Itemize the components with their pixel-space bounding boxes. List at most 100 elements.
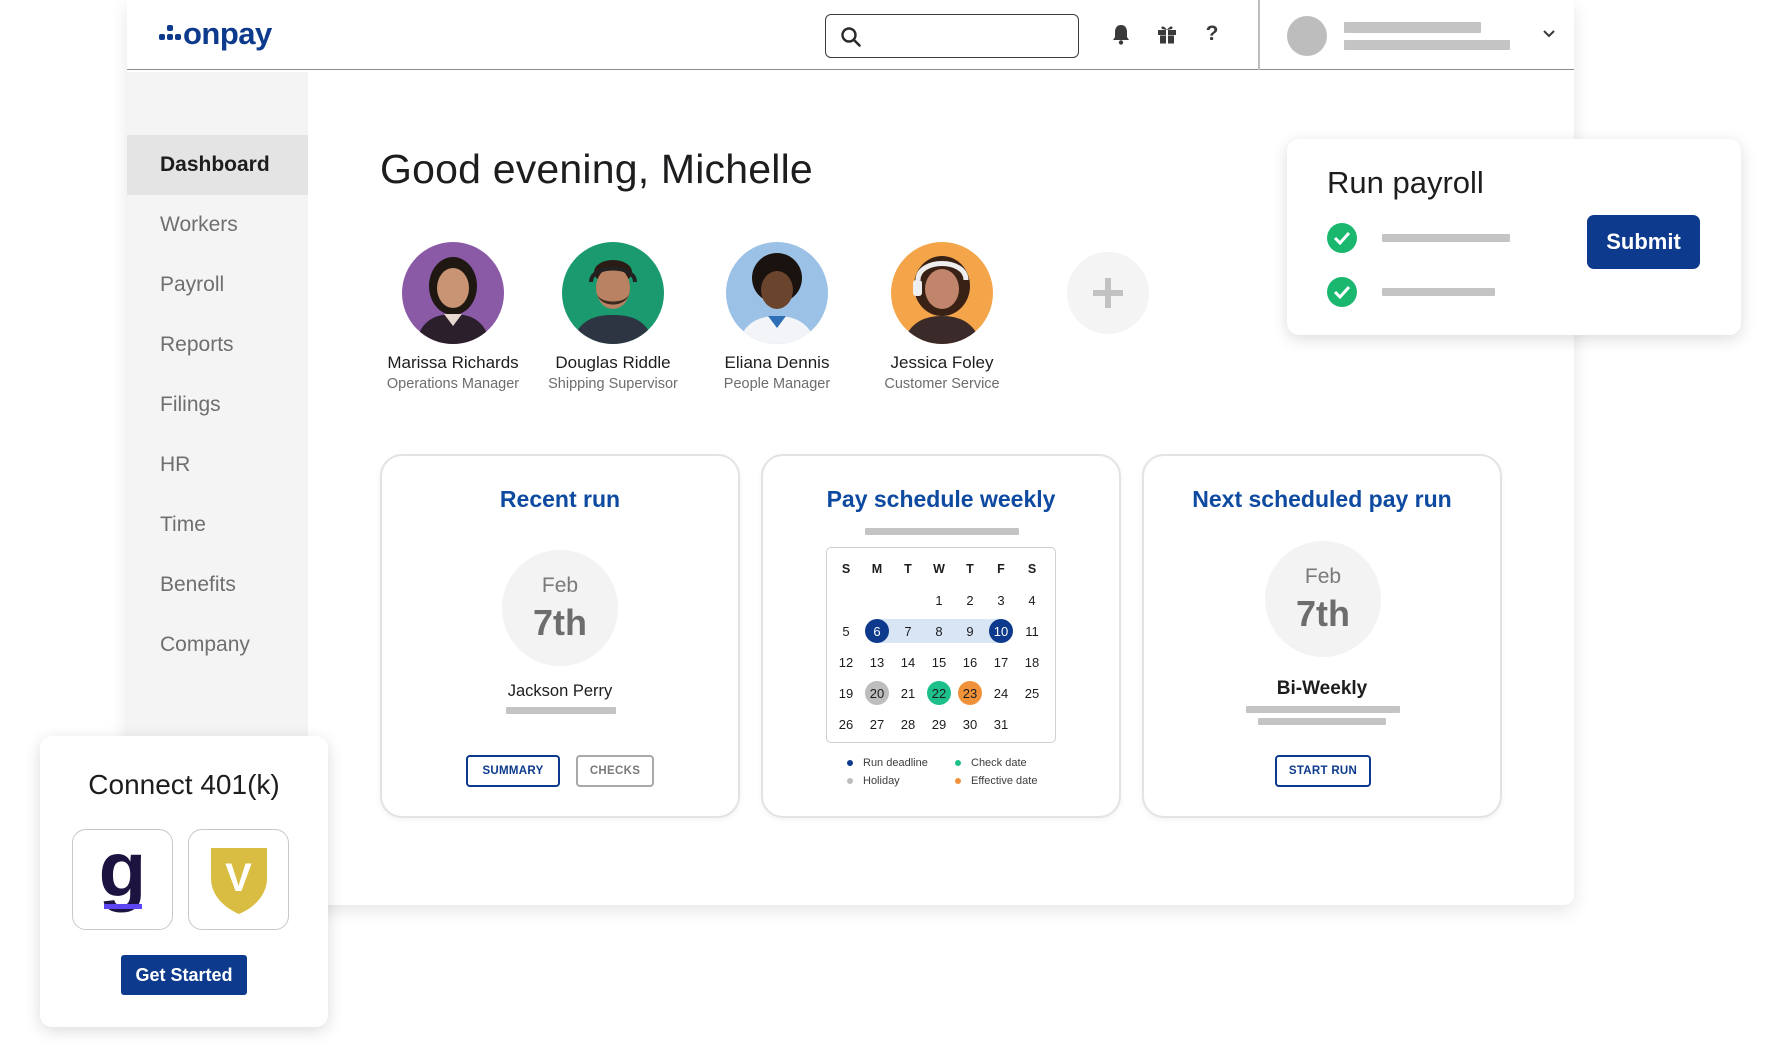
schedule-subtitle-placeholder bbox=[865, 528, 1019, 535]
top-bar: onpay ? bbox=[127, 0, 1574, 70]
calendar-day[interactable]: 25 bbox=[1020, 681, 1044, 705]
run-payroll-panel: Run payroll Submit bbox=[1287, 139, 1741, 335]
calendar-day[interactable]: 3 bbox=[989, 588, 1013, 612]
calendar-day[interactable]: 23 bbox=[958, 681, 982, 705]
calendar: S M T W T F S 1 2 3 4 5 6 7 8 9 10 11 12 13 14 15 16 17 18 19 20 21… bbox=[826, 547, 1056, 743]
sidebar-item-time[interactable]: Time bbox=[127, 495, 308, 555]
app-window: onpay ? Dashboard Workers Payroll Report… bbox=[127, 0, 1574, 905]
connect-401k-panel: Connect 401(k) g V Get Started bbox=[40, 736, 328, 1027]
help-icon[interactable]: ? bbox=[1200, 22, 1224, 46]
calendar-day[interactable]: 15 bbox=[927, 650, 951, 674]
get-started-button[interactable]: Get Started bbox=[121, 955, 247, 995]
onpay-logo[interactable]: onpay bbox=[159, 14, 272, 54]
calendar-day[interactable]: 14 bbox=[896, 650, 920, 674]
worker-card[interactable]: Douglas Riddle Shipping Supervisor bbox=[533, 242, 693, 392]
calendar-day[interactable]: 8 bbox=[927, 619, 951, 643]
sidebar-item-dashboard[interactable]: Dashboard bbox=[127, 135, 308, 195]
sidebar-item-payroll[interactable]: Payroll bbox=[127, 255, 308, 315]
worker-avatar bbox=[726, 242, 828, 344]
recent-run-card: Recent run Feb 7th Jackson Perry SUMMARY… bbox=[380, 454, 740, 818]
calendar-day[interactable]: 22 bbox=[927, 681, 951, 705]
calendar-day[interactable]: 5 bbox=[834, 619, 858, 643]
step-placeholder bbox=[1382, 234, 1510, 242]
user-company-placeholder bbox=[1344, 40, 1510, 50]
calendar-day[interactable]: 16 bbox=[958, 650, 982, 674]
calendar-day[interactable]: 11 bbox=[1020, 619, 1044, 643]
calendar-day[interactable]: 30 bbox=[958, 712, 982, 736]
calendar-day[interactable]: 27 bbox=[865, 712, 889, 736]
run-detail-placeholder bbox=[506, 707, 616, 714]
calendar-weekday: F bbox=[997, 562, 1005, 576]
legend-effective-date: Effective date bbox=[955, 775, 1037, 787]
search-icon bbox=[841, 27, 861, 47]
worker-role: Shipping Supervisor bbox=[548, 376, 678, 392]
calendar-day[interactable]: 26 bbox=[834, 712, 858, 736]
calendar-day[interactable]: 13 bbox=[865, 650, 889, 674]
calendar-day[interactable]: 7 bbox=[896, 619, 920, 643]
run-detail-placeholder bbox=[1246, 706, 1400, 713]
add-worker-button[interactable] bbox=[1067, 252, 1149, 334]
calendar-day[interactable]: 19 bbox=[834, 681, 858, 705]
user-avatar[interactable] bbox=[1287, 16, 1327, 56]
next-run-date: Feb 7th bbox=[1265, 541, 1381, 657]
sidebar-item-benefits[interactable]: Benefits bbox=[127, 555, 308, 615]
start-run-button[interactable]: START RUN bbox=[1275, 755, 1371, 787]
calendar-day[interactable]: 21 bbox=[896, 681, 920, 705]
calendar-day[interactable]: 4 bbox=[1020, 588, 1044, 612]
search-input[interactable] bbox=[870, 23, 1066, 49]
checks-button[interactable]: CHECKS bbox=[576, 755, 654, 787]
calendar-day[interactable]: 12 bbox=[834, 650, 858, 674]
worker-role: Customer Service bbox=[884, 376, 1000, 392]
date-month: Feb bbox=[541, 574, 579, 597]
calendar-day[interactable]: 1 bbox=[927, 588, 951, 612]
calendar-day[interactable]: 18 bbox=[1020, 650, 1044, 674]
worker-name: Douglas Riddle bbox=[555, 353, 671, 372]
worker-card[interactable]: Marissa Richards Operations Manager bbox=[373, 242, 533, 392]
guideline-logo[interactable]: g bbox=[72, 829, 173, 930]
step-placeholder bbox=[1382, 288, 1495, 296]
calendar-day[interactable]: 2 bbox=[958, 588, 982, 612]
calendar-day[interactable]: 20 bbox=[865, 681, 889, 705]
worker-card[interactable]: Eliana Dennis People Manager bbox=[697, 242, 857, 392]
calendar-day[interactable]: 28 bbox=[896, 712, 920, 736]
plus-icon bbox=[1093, 278, 1123, 308]
calendar-day[interactable]: 24 bbox=[989, 681, 1013, 705]
logo-text: onpay bbox=[183, 16, 272, 51]
calendar-week: 12 13 14 15 16 17 18 bbox=[827, 650, 1057, 678]
next-run-card: Next scheduled pay run Feb 7th Bi-Weekly… bbox=[1142, 454, 1502, 818]
calendar-day[interactable]: 6 bbox=[865, 619, 889, 643]
recent-run-date: Feb 7th bbox=[502, 550, 618, 666]
chevron-down-icon[interactable] bbox=[1541, 28, 1557, 40]
calendar-weekday: M bbox=[871, 562, 883, 576]
legend-holiday: Holiday bbox=[847, 775, 900, 787]
submit-button[interactable]: Submit bbox=[1587, 215, 1700, 269]
page: onpay ? Dashboard Workers Payroll Report… bbox=[0, 0, 1774, 1051]
gift-icon[interactable] bbox=[1155, 22, 1179, 46]
bell-icon[interactable] bbox=[1109, 22, 1133, 46]
calendar-day[interactable]: 29 bbox=[927, 712, 951, 736]
calendar-day[interactable]: 17 bbox=[989, 650, 1013, 674]
summary-button[interactable]: SUMMARY bbox=[466, 755, 560, 787]
worker-name: Jessica Foley bbox=[890, 353, 994, 372]
sidebar-item-reports[interactable]: Reports bbox=[127, 315, 308, 375]
pay-frequency: Bi-Weekly bbox=[1276, 678, 1368, 699]
panel-title: Run payroll bbox=[1327, 165, 1484, 200]
calendar-weekday: T bbox=[904, 562, 912, 576]
calendar-day[interactable]: 31 bbox=[989, 712, 1013, 736]
sidebar-item-filings[interactable]: Filings bbox=[127, 375, 308, 435]
search-box[interactable] bbox=[825, 14, 1079, 58]
worker-avatar bbox=[562, 242, 664, 344]
date-day: 7th bbox=[1296, 593, 1350, 634]
sidebar-item-workers[interactable]: Workers bbox=[127, 195, 308, 255]
calendar-day[interactable]: 9 bbox=[958, 619, 982, 643]
vestwell-logo[interactable]: V bbox=[188, 829, 289, 930]
calendar-week: 5 6 7 8 9 10 11 bbox=[827, 619, 1057, 647]
sidebar-item-company[interactable]: Company bbox=[127, 615, 308, 675]
calendar-weekday-row: SMTWTFS bbox=[827, 557, 1057, 585]
calendar-weekday: S bbox=[841, 562, 851, 576]
sidebar-item-hr[interactable]: HR bbox=[127, 435, 308, 495]
date-day: 7th bbox=[533, 602, 587, 643]
panel-title: Connect 401(k) bbox=[88, 769, 280, 800]
calendar-day[interactable]: 10 bbox=[989, 619, 1013, 643]
worker-card[interactable]: Jessica Foley Customer Service bbox=[862, 242, 1022, 392]
